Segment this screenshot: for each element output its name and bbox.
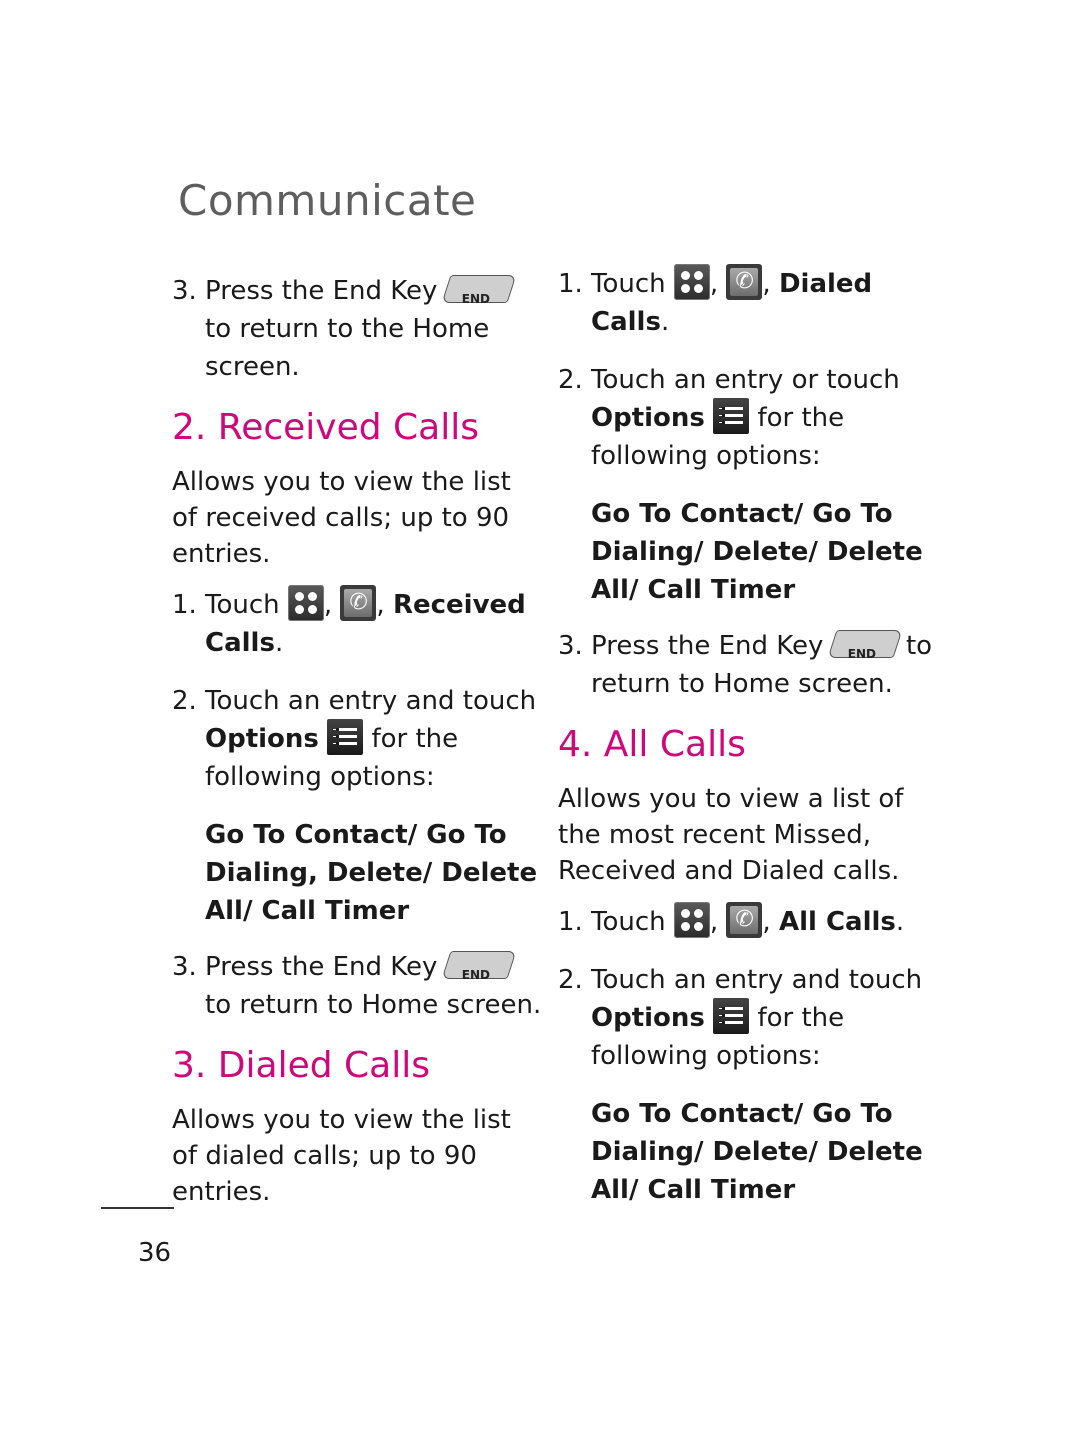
options-menu-icon bbox=[713, 997, 750, 1034]
step-touch-all: 1. Touch , ✆, All Calls. bbox=[558, 901, 938, 941]
step-text: Touch an entry and touch bbox=[591, 965, 923, 995]
step-number: 2. bbox=[172, 686, 197, 716]
step-number: 3. bbox=[172, 952, 197, 982]
step-number: 3. bbox=[172, 276, 197, 306]
step-text: Touch an entry and touch bbox=[205, 686, 537, 716]
step-text: to return to the Home screen. bbox=[205, 314, 490, 382]
step-number: 2. bbox=[558, 965, 583, 995]
end-key-icon: END bbox=[827, 629, 903, 661]
section-description: Allows you to view a list of the most re… bbox=[558, 784, 904, 886]
options-list: Go To Contact/ Go To Dialing/ Delete/ De… bbox=[591, 1099, 923, 1205]
step-options: 2. Touch an entry or touch Options for t… bbox=[558, 361, 938, 475]
step-end-key: 3. Press the End Key END to return to Ho… bbox=[172, 948, 542, 1024]
end-key-icon: END bbox=[441, 274, 517, 306]
options-list: Go To Contact/ Go To Dialing, Delete/ De… bbox=[205, 820, 538, 926]
step-text: Touch bbox=[205, 590, 280, 620]
apps-grid-icon bbox=[673, 901, 710, 938]
step-number: 1. bbox=[558, 269, 583, 299]
step-text: to return to Home screen. bbox=[205, 990, 542, 1020]
options-list: Go To Contact/ Go To Dialing/ Delete/ De… bbox=[591, 499, 923, 605]
options-label: Options bbox=[591, 403, 705, 433]
section-heading-all-calls: 4. All Calls bbox=[558, 724, 746, 765]
call-log-icon: ✆ bbox=[340, 584, 377, 621]
end-key-icon: END bbox=[441, 950, 517, 982]
step-number: 2. bbox=[558, 365, 583, 395]
step-number: 1. bbox=[172, 590, 197, 620]
step-options: 2. Touch an entry and touch Options for … bbox=[558, 961, 938, 1075]
page-number: 36 bbox=[138, 1238, 172, 1268]
step-touch-received: 1. Touch , ✆, Received Calls. bbox=[172, 584, 542, 662]
section-heading-dialed-calls: 3. Dialed Calls bbox=[172, 1045, 430, 1086]
right-column: 1. Touch , ✆, Dialed Calls. 2. Touch an … bbox=[558, 263, 938, 1227]
options-label: Options bbox=[205, 724, 319, 754]
step-number: 3. bbox=[558, 631, 583, 661]
page-title: Communicate bbox=[178, 176, 477, 225]
apps-grid-icon bbox=[673, 263, 710, 300]
step-number: 1. bbox=[558, 907, 583, 937]
section-heading-received-calls: 2. Received Calls bbox=[172, 407, 479, 448]
footer-rule bbox=[101, 1207, 174, 1209]
call-log-icon: ✆ bbox=[726, 901, 763, 938]
step-text: Press the End Key bbox=[205, 276, 438, 306]
options-label: Options bbox=[591, 1003, 705, 1033]
call-log-icon: ✆ bbox=[726, 263, 763, 300]
step-options: 2. Touch an entry and touch Options for … bbox=[172, 682, 542, 796]
step-text: Touch bbox=[591, 269, 666, 299]
section-description: Allows you to view the list of dialed ca… bbox=[172, 1105, 511, 1207]
section-description: Allows you to view the list of received … bbox=[172, 467, 511, 569]
step-text: Press the End Key bbox=[205, 952, 438, 982]
step-text: Touch bbox=[591, 907, 666, 937]
step-end-key: 3. Press the End Key END to return to Ho… bbox=[558, 627, 938, 703]
apps-grid-icon bbox=[287, 584, 324, 621]
left-column: 3. Press the End Key END to return to th… bbox=[172, 272, 542, 1224]
options-menu-icon bbox=[713, 397, 750, 434]
step-text: Press the End Key bbox=[591, 631, 824, 661]
step-text: Touch an entry or touch bbox=[591, 365, 900, 395]
step-touch-dialed: 1. Touch , ✆, Dialed Calls. bbox=[558, 263, 938, 341]
options-menu-icon bbox=[327, 718, 364, 755]
step-end-key-top: 3. Press the End Key END to return to th… bbox=[172, 272, 542, 386]
menu-item-all-calls: All Calls bbox=[778, 907, 896, 937]
